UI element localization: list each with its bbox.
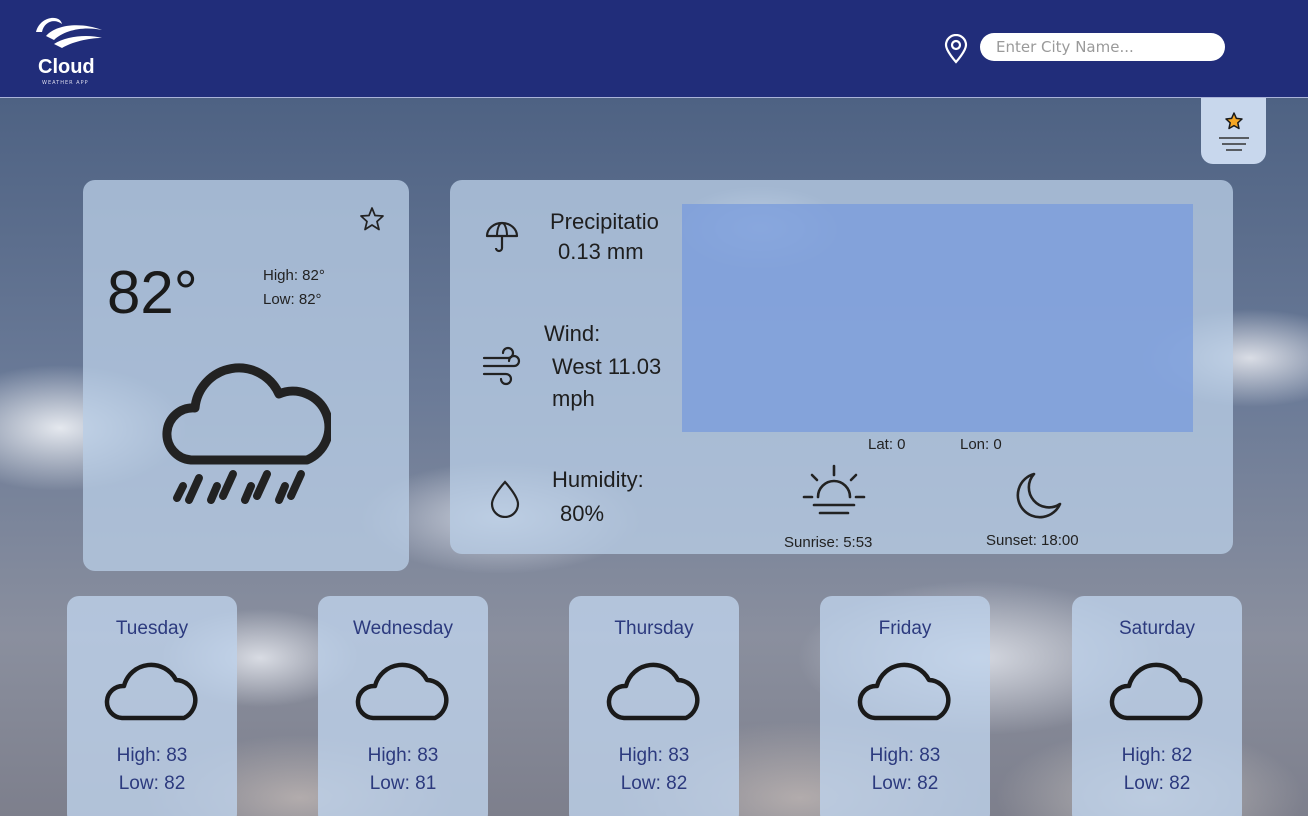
cloud-icon bbox=[104, 662, 198, 721]
latitude-text: Lat: 0 bbox=[868, 436, 906, 453]
favorites-menu-button[interactable] bbox=[1201, 98, 1266, 164]
menu-lines-icon bbox=[1219, 137, 1249, 151]
forecast-day: Wednesday bbox=[353, 618, 453, 639]
star-icon bbox=[1225, 112, 1243, 130]
forecast-high: High: 83 bbox=[618, 745, 690, 766]
cloud-icon bbox=[857, 662, 951, 721]
forecast-card-friday[interactable]: Friday High: 83 Low: 82 bbox=[820, 596, 990, 816]
header-bar: Cloud WEATHER APP bbox=[0, 0, 1308, 98]
logo-name: Cloud bbox=[38, 56, 95, 78]
sunset-time: Sunset: 18:00 bbox=[986, 532, 1079, 549]
forecast-card-saturday[interactable]: Saturday High: 82 Low: 82 bbox=[1072, 596, 1242, 816]
app-logo[interactable]: Cloud WEATHER APP bbox=[30, 10, 106, 88]
forecast-day: Thursday bbox=[614, 618, 694, 639]
precipitation-value: 0.13 mm bbox=[558, 239, 644, 264]
location-map[interactable] bbox=[682, 204, 1193, 432]
wind-value: West 11.03 bbox=[552, 354, 662, 379]
forecast-card-tuesday[interactable]: Tuesday High: 83 Low: 82 bbox=[67, 596, 237, 816]
cloud-icon bbox=[606, 662, 700, 721]
wind-unit: mph bbox=[552, 386, 595, 411]
forecast-day: Tuesday bbox=[115, 618, 189, 639]
location-pin-icon[interactable] bbox=[943, 34, 969, 64]
wind-icon bbox=[482, 346, 521, 386]
wind-label: Wind: bbox=[544, 321, 601, 346]
current-weather-card: 82° High: 82° Low: 82° bbox=[83, 180, 409, 571]
precipitation-label: Precipitatio bbox=[550, 209, 659, 234]
current-high-low: High: 82° Low: 82° bbox=[263, 264, 325, 312]
favorite-star-icon[interactable] bbox=[359, 206, 385, 232]
weather-details-card: Precipitatio 0.13 mm Wind: West 11.03 mp… bbox=[450, 180, 1233, 554]
forecast-low: Low: 82 bbox=[118, 773, 186, 794]
current-temperature: 82° bbox=[107, 259, 198, 326]
forecast-low: Low: 82 bbox=[620, 773, 688, 794]
cloud-icon bbox=[355, 662, 449, 721]
forecast-high: High: 83 bbox=[869, 745, 941, 766]
umbrella-icon bbox=[485, 221, 519, 253]
logo-subtitle: WEATHER APP bbox=[42, 80, 89, 86]
forecast-day: Saturday bbox=[1118, 618, 1196, 639]
forecast-low: Low: 82 bbox=[1123, 773, 1191, 794]
cloud-rain-icon bbox=[162, 363, 331, 504]
forecast-card-thursday[interactable]: Thursday High: 83 Low: 82 bbox=[569, 596, 739, 816]
droplet-icon bbox=[490, 480, 520, 518]
forecast-high: High: 83 bbox=[367, 745, 439, 766]
humidity-label: Humidity: bbox=[552, 467, 644, 492]
humidity-value: 80% bbox=[560, 501, 605, 526]
sunrise-icon bbox=[802, 464, 866, 515]
moon-icon bbox=[1016, 472, 1062, 519]
forecast-card-wednesday[interactable]: Wednesday High: 83 Low: 81 bbox=[318, 596, 488, 816]
forecast-high: High: 82 bbox=[1121, 745, 1193, 766]
city-search-input[interactable] bbox=[980, 33, 1225, 61]
sunrise-time: Sunrise: 5:53 bbox=[784, 534, 873, 551]
wave-logo-icon bbox=[36, 17, 102, 48]
current-low: Low: 82° bbox=[263, 291, 322, 308]
current-high: High: 82° bbox=[263, 267, 325, 284]
forecast-low: Low: 81 bbox=[369, 773, 437, 794]
longitude-text: Lon: 0 bbox=[960, 436, 1002, 453]
forecast-low: Low: 82 bbox=[871, 773, 939, 794]
cloud-icon bbox=[1109, 662, 1203, 721]
forecast-high: High: 83 bbox=[116, 745, 188, 766]
forecast-day: Friday bbox=[878, 618, 932, 639]
